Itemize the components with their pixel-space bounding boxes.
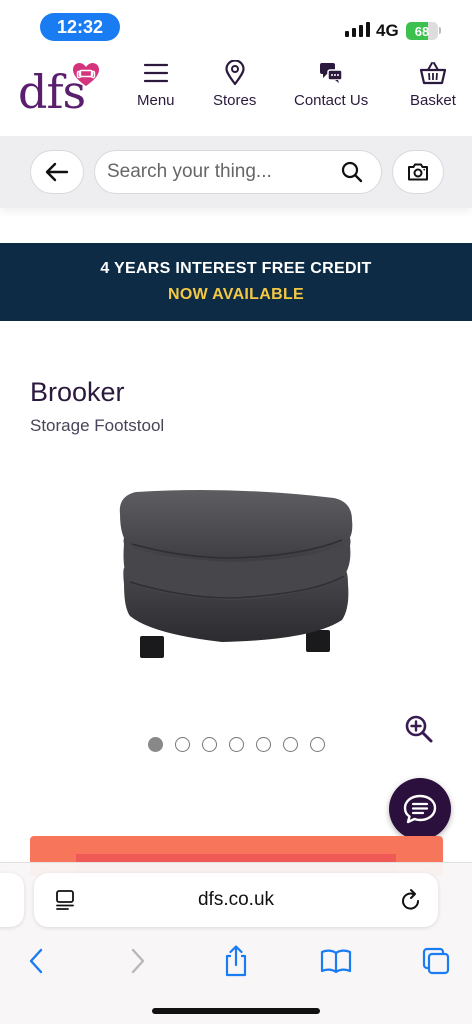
- nav-basket[interactable]: Basket: [410, 60, 456, 109]
- promo-banner[interactable]: 4 YEARS INTEREST FREE CREDIT NOW AVAILAB…: [0, 243, 472, 321]
- carousel-dot[interactable]: [148, 737, 163, 752]
- nav-stores-label: Stores: [213, 92, 257, 109]
- bookmarks-button[interactable]: [316, 941, 356, 981]
- chevron-right-icon: [131, 948, 145, 974]
- chat-bubbles-icon: [318, 60, 344, 86]
- browser-toolbar: [0, 941, 472, 985]
- address-bar[interactable]: dfs.co.uk: [34, 873, 438, 927]
- url-text: dfs.co.uk: [197, 889, 275, 910]
- browser-forward-button[interactable]: [118, 941, 158, 981]
- status-time: 12:32: [40, 13, 120, 41]
- dfs-logo[interactable]: dfs: [18, 60, 100, 118]
- nav-menu[interactable]: Menu: [137, 60, 175, 109]
- sofa-heart-icon: [73, 63, 99, 86]
- product-image[interactable]: [112, 484, 362, 664]
- nav-contact-label: Contact Us: [294, 92, 369, 109]
- tabs-icon: [422, 947, 450, 975]
- search-area: [0, 136, 472, 208]
- reload-icon[interactable]: [400, 888, 422, 912]
- camera-icon: [408, 163, 428, 181]
- search-box[interactable]: [94, 150, 382, 194]
- site-header: dfs Menu Stores Contact Us Basket: [0, 52, 472, 136]
- visual-search-button[interactable]: [392, 150, 444, 194]
- status-bar: 12:32 4G 68: [0, 0, 472, 52]
- search-input[interactable]: [107, 151, 327, 193]
- battery-icon: 68: [406, 22, 438, 40]
- carousel-dot[interactable]: [283, 737, 298, 752]
- image-carousel-dots: [148, 737, 325, 752]
- carousel-dot[interactable]: [175, 737, 190, 752]
- nav-contact-us[interactable]: Contact Us: [294, 60, 368, 109]
- product-title: Brooker: [30, 377, 125, 407]
- chevron-left-icon: [29, 948, 43, 974]
- carousel-dot[interactable]: [256, 737, 271, 752]
- browser-bar: dfs.co.uk: [0, 862, 472, 1024]
- hamburger-icon: [143, 60, 169, 86]
- nav-basket-label: Basket: [410, 92, 456, 109]
- basket-icon: [419, 60, 447, 86]
- location-pin-icon: [224, 60, 246, 86]
- share-icon: [225, 945, 247, 977]
- arrow-left-icon: [45, 162, 69, 182]
- nav-stores[interactable]: Stores: [213, 60, 256, 109]
- tabs-button[interactable]: [416, 941, 456, 981]
- share-button[interactable]: [216, 941, 256, 981]
- product-subtitle: Storage Footstool: [30, 416, 165, 435]
- browser-back-button[interactable]: [16, 941, 56, 981]
- carousel-dot[interactable]: [202, 737, 217, 752]
- promo-headline: 4 YEARS INTEREST FREE CREDIT: [100, 260, 372, 277]
- chat-bubble-icon: [403, 794, 437, 824]
- zoom-in-icon[interactable]: [404, 714, 434, 744]
- battery-level: 68: [414, 23, 430, 39]
- search-icon[interactable]: [341, 161, 363, 183]
- home-indicator: [152, 1008, 320, 1014]
- live-chat-button[interactable]: [389, 778, 451, 840]
- back-button[interactable]: [30, 150, 84, 194]
- promo-subline: NOW AVAILABLE: [167, 286, 305, 303]
- previous-tab-edge[interactable]: [0, 873, 24, 927]
- book-icon: [320, 949, 352, 974]
- carousel-dot[interactable]: [229, 737, 244, 752]
- nav-menu-label: Menu: [137, 92, 175, 109]
- signal-icon: [345, 22, 370, 37]
- carousel-dot[interactable]: [310, 737, 325, 752]
- network-type: 4G: [376, 21, 399, 40]
